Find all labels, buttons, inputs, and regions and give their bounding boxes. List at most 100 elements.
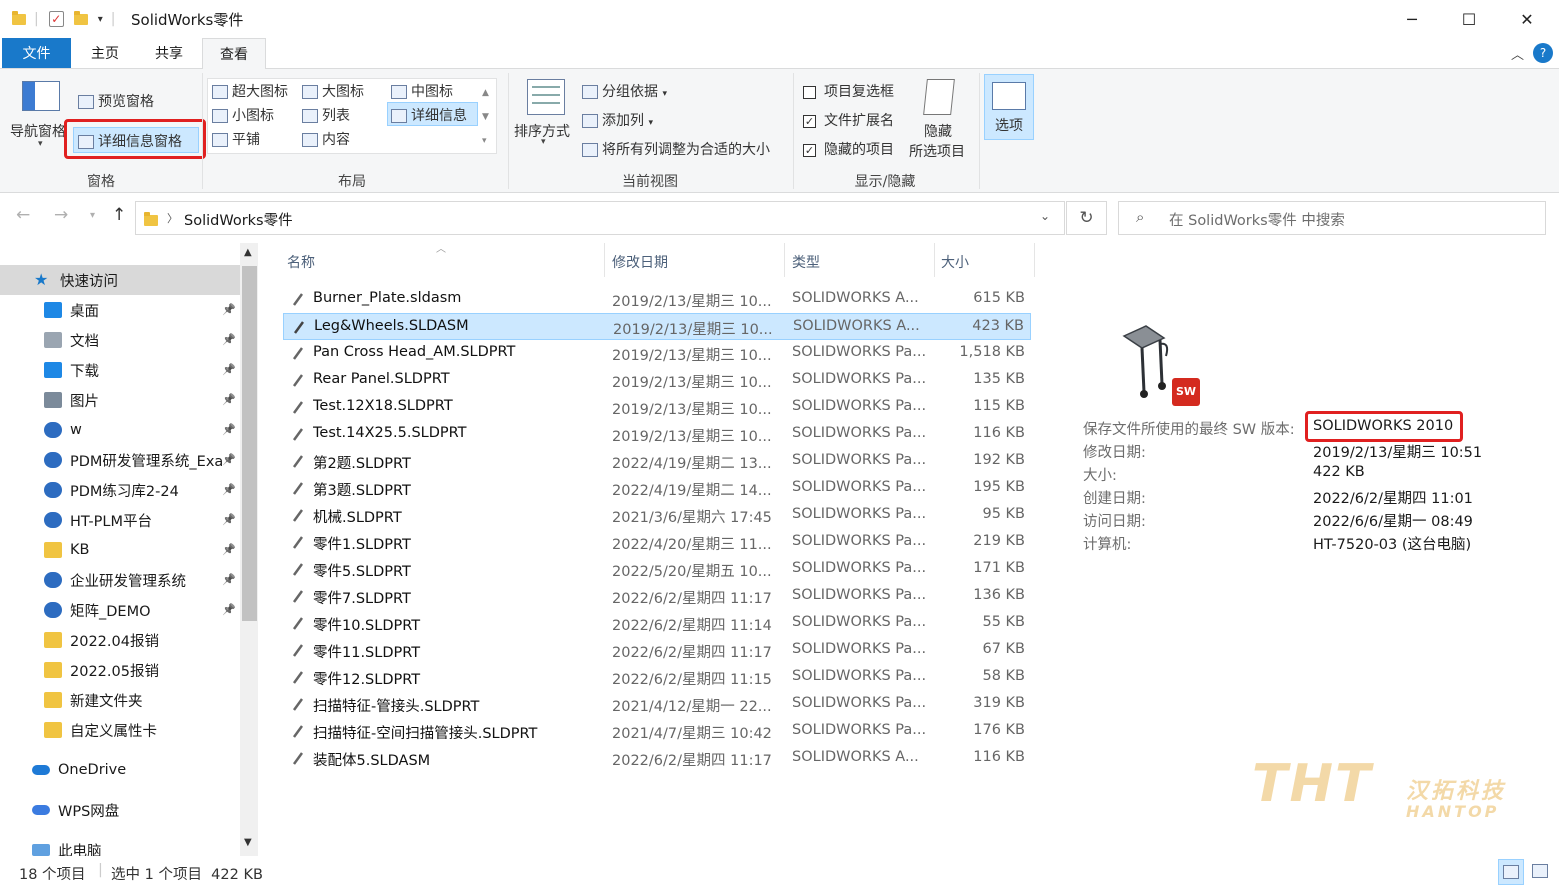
- breadcrumb-current[interactable]: SolidWorks零件: [184, 209, 293, 230]
- address-bar[interactable]: 〉 SolidWorks零件 ⌄: [135, 201, 1065, 235]
- maximize-button[interactable]: ☐: [1446, 6, 1492, 32]
- file-row[interactable]: 零件1.SLDPRT 2022/4/20/星期三 11... SOLIDWORKS …: [283, 529, 1031, 556]
- hide-selected-button-line2[interactable]: 所选项目: [909, 141, 965, 161]
- chevron-down-icon[interactable]: ▾: [541, 137, 546, 147]
- file-row[interactable]: Test.14X25.5.SLDPRT 2019/2/13/星期三 10... SO…: [283, 421, 1031, 448]
- address-dropdown-chevron-icon[interactable]: ⌄: [1040, 209, 1050, 223]
- sidebar-item[interactable]: w 📌: [0, 415, 240, 445]
- file-row[interactable]: Leg&Wheels.SLDASM 2019/2/13/星期三 10... SOLI…: [283, 313, 1031, 340]
- sidebar-item[interactable]: 桌面 📌: [0, 295, 240, 325]
- hide-selected-button[interactable]: 隐藏: [924, 121, 952, 141]
- layout-tiles[interactable]: 平铺: [212, 129, 260, 149]
- column-header-type[interactable]: 类型: [792, 252, 820, 272]
- file-row[interactable]: 机械.SLDPRT 2021/3/6/星期六 17:45 SOLIDWORKS Pa…: [283, 502, 1031, 529]
- sidebar-scroll-thumb[interactable]: [242, 266, 257, 621]
- collapse-ribbon-icon[interactable]: ︿: [1511, 44, 1524, 63]
- layout-large-icons[interactable]: 大图标: [302, 81, 364, 101]
- item-checkboxes-checkbox[interactable]: [803, 85, 816, 99]
- column-header-size[interactable]: 大小: [941, 252, 969, 272]
- back-button[interactable]: ←: [16, 205, 30, 225]
- detail-value[interactable]: SOLIDWORKS 2010: [1313, 418, 1453, 434]
- details-pane-button[interactable]: 详细信息窗格: [73, 127, 199, 153]
- file-row[interactable]: 零件5.SLDPRT 2022/5/20/星期五 10... SOLIDWORKS …: [283, 556, 1031, 583]
- large-icons-view-button[interactable]: [1528, 859, 1554, 885]
- sidebar-item[interactable]: 图片 📌: [0, 385, 240, 415]
- navigation-pane-button[interactable]: 导航窗格: [10, 121, 66, 141]
- sidebar-item[interactable]: 2022.04报销: [0, 625, 240, 655]
- file-row[interactable]: 扫描特征-空间扫描管接头.SLDPRT 2021/4/7/星期三 10:42 SOL…: [283, 718, 1031, 745]
- file-row[interactable]: Burner_Plate.sldasm 2019/2/13/星期三 10... SO…: [283, 286, 1031, 313]
- file-row[interactable]: 零件10.SLDPRT 2022/6/2/星期四 11:14 SOLIDWORKS …: [283, 610, 1031, 637]
- sidebar-item[interactable]: 文档 📌: [0, 325, 240, 355]
- sidebar-item[interactable]: HT-PLM平台 📌: [0, 505, 240, 535]
- hidden-items-toggle[interactable]: ✓ 隐藏的项目: [803, 139, 894, 159]
- layout-list[interactable]: 列表: [302, 105, 350, 125]
- column-divider[interactable]: [1034, 243, 1035, 277]
- sidebar-item-quick-access[interactable]: ★ 快速访问: [0, 265, 240, 295]
- sidebar-item[interactable]: 矩阵_DEMO 📌: [0, 595, 240, 625]
- sidebar-item[interactable]: 2022.05报销: [0, 655, 240, 685]
- tab-home[interactable]: 主页: [76, 38, 134, 68]
- hide-selected-icon[interactable]: [923, 79, 955, 115]
- sidebar-item[interactable]: PDM研发管理系统_Exa 📌: [0, 445, 240, 475]
- column-divider[interactable]: [784, 243, 785, 277]
- file-row[interactable]: Test.12X18.SLDPRT 2019/2/13/星期三 10... SOLI…: [283, 394, 1031, 421]
- detail-value[interactable]: 2022/6/6/星期一 08:49: [1313, 510, 1473, 531]
- tab-file[interactable]: 文件: [2, 38, 71, 68]
- preview-pane-button[interactable]: 预览窗格: [78, 91, 154, 111]
- gallery-scroll-icon[interactable]: ▲ ▼ ▾: [482, 81, 489, 153]
- fit-columns-button[interactable]: 将所有列调整为合适的大小: [582, 139, 770, 159]
- sidebar-item-this-pc[interactable]: 此电脑: [0, 835, 240, 856]
- minimize-button[interactable]: ─: [1389, 6, 1435, 32]
- breadcrumb-separator-icon[interactable]: 〉: [167, 210, 178, 226]
- sidebar-item[interactable]: 自定义属性卡: [0, 715, 240, 745]
- tab-view[interactable]: 查看: [202, 38, 266, 69]
- file-row[interactable]: 零件12.SLDPRT 2022/6/2/星期四 11:15 SOLIDWORKS …: [283, 664, 1031, 691]
- file-row[interactable]: 第3题.SLDPRT 2022/4/19/星期二 14... SOLIDWORKS …: [283, 475, 1031, 502]
- search-input[interactable]: 在 SolidWorks零件 中搜索: [1169, 209, 1345, 230]
- layout-content[interactable]: 内容: [302, 129, 350, 149]
- file-row[interactable]: 零件11.SLDPRT 2022/6/2/星期四 11:17 SOLIDWORKS …: [283, 637, 1031, 664]
- properties-check-icon[interactable]: ✓: [48, 11, 64, 27]
- new-folder-icon[interactable]: [73, 10, 88, 25]
- sidebar-item[interactable]: 新建文件夹: [0, 685, 240, 715]
- help-icon[interactable]: ?: [1533, 43, 1553, 63]
- tab-share[interactable]: 共享: [140, 38, 198, 68]
- item-checkboxes-toggle[interactable]: 项目复选框: [803, 81, 894, 101]
- sidebar-item[interactable]: KB 📌: [0, 535, 240, 565]
- file-row[interactable]: 装配体5.SLDASM 2022/6/2/星期四 11:17 SOLIDWORKS …: [283, 745, 1031, 772]
- file-row[interactable]: Rear Panel.SLDPRT 2019/2/13/星期三 10... SOLI…: [283, 367, 1031, 394]
- layout-extra-large-icons[interactable]: 超大图标: [212, 81, 288, 101]
- sidebar-item-wps[interactable]: WPS网盘: [0, 795, 240, 825]
- sidebar-item[interactable]: 企业研发管理系统 📌: [0, 565, 240, 595]
- detail-value[interactable]: HT-7520-03 (这台电脑): [1313, 533, 1471, 554]
- options-button[interactable]: 选项: [984, 74, 1034, 140]
- details-view-button[interactable]: [1498, 859, 1524, 885]
- refresh-button[interactable]: ↻: [1066, 201, 1107, 235]
- scroll-up-icon[interactable]: ▲: [244, 247, 252, 258]
- scroll-down-icon[interactable]: ▼: [244, 837, 252, 848]
- column-divider[interactable]: [934, 243, 935, 277]
- close-button[interactable]: ✕: [1504, 6, 1550, 32]
- sidebar-item[interactable]: 下载 📌: [0, 355, 240, 385]
- file-row[interactable]: Pan Cross Head_AM.SLDPRT 2019/2/13/星期三 10…: [283, 340, 1031, 367]
- search-box[interactable]: ⌕ 在 SolidWorks零件 中搜索: [1118, 201, 1546, 235]
- layout-medium-icons[interactable]: 中图标: [391, 81, 453, 101]
- file-row[interactable]: 零件7.SLDPRT 2022/6/2/星期四 11:17 SOLIDWORKS P…: [283, 583, 1031, 610]
- column-header-date[interactable]: 修改日期: [612, 252, 668, 272]
- detail-value[interactable]: 422 KB: [1313, 464, 1365, 480]
- group-by-button[interactable]: 分组依据 ▾: [582, 81, 667, 101]
- sort-by-icon[interactable]: [527, 79, 565, 115]
- file-extensions-toggle[interactable]: ✓ 文件扩展名: [803, 110, 894, 130]
- layout-small-icons[interactable]: 小图标: [212, 105, 274, 125]
- detail-value[interactable]: 2019/2/13/星期三 10:51: [1313, 441, 1482, 462]
- sidebar-item-onedrive[interactable]: OneDrive: [0, 755, 240, 785]
- add-column-button[interactable]: 添加列 ▾: [582, 110, 653, 130]
- file-row[interactable]: 扫描特征-管接头.SLDPRT 2021/4/12/星期一 22... SOLIDW…: [283, 691, 1031, 718]
- layout-details[interactable]: 详细信息: [387, 102, 478, 126]
- hidden-items-checkbox[interactable]: ✓: [803, 143, 816, 157]
- column-header-name[interactable]: 名称: [287, 252, 315, 272]
- column-divider[interactable]: [604, 243, 605, 277]
- navigation-pane-icon[interactable]: [22, 81, 60, 111]
- chevron-down-icon[interactable]: ▾: [38, 139, 43, 149]
